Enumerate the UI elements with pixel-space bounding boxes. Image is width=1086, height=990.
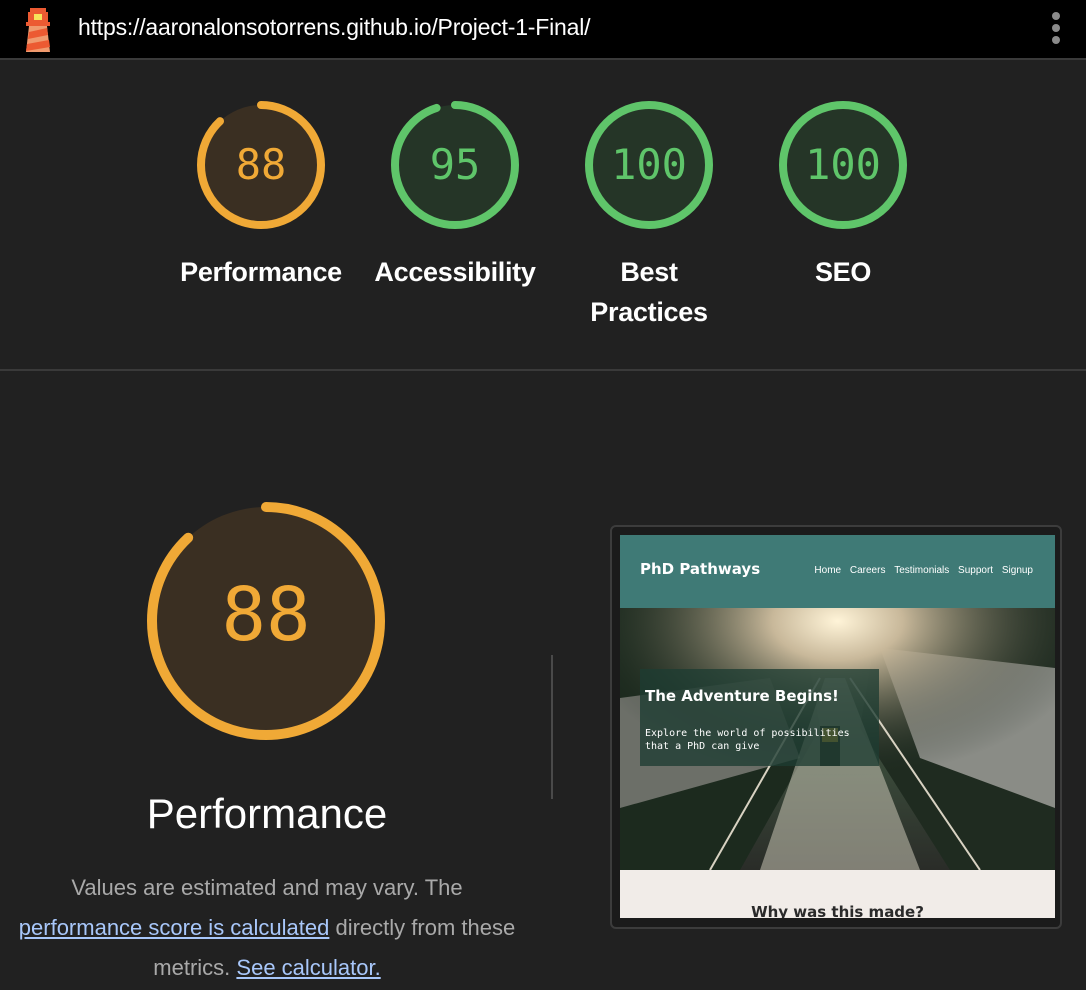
gauge-score: 100 [611,140,687,189]
more-options-icon[interactable] [1048,12,1064,48]
preview-brand: PhD Pathways [640,560,761,578]
gauge-accessibility[interactable]: 95 Accessibility [370,98,540,292]
lighthouse-logo-icon [26,8,50,52]
desc-text: Values are estimated and may vary. The [71,875,463,900]
gauge-label: SEO [814,257,872,287]
preview-nav: Home Careers Testimonials Support Signup [808,565,1033,576]
preview-section-title: Why was this made? [751,903,924,918]
performance-score: 88 [221,572,311,658]
score-summary: 88 Performance 95 Accessibility 100 Best… [0,60,1086,371]
preview-nav-item: Home [814,565,842,576]
preview-hero-subtitle: Explore the world of possibilities that … [645,728,850,752]
gauge-label: Performance [180,257,342,287]
performance-gauge-large: 88 [140,495,392,747]
gauge-score: 100 [805,140,881,189]
gauge-score: 95 [429,140,481,189]
preview-nav-item: Support [958,565,994,576]
performance-title: Performance [146,790,388,837]
gauge-label: Accessibility [374,257,536,287]
score-calculated-link[interactable]: performance score is calculated [19,915,330,940]
preview-hero-card: The Adventure Begins! Explore the world … [640,669,879,766]
see-calculator-link[interactable]: See calculator. [236,955,380,980]
final-screenshot[interactable]: PhD Pathways Home Careers Testimonials S… [620,535,1055,918]
gauge-label: Best Practices [590,257,708,327]
preview-nav-item: Signup [1001,565,1033,576]
gauge-best-practices[interactable]: 100 Best Practices [564,98,734,332]
gauge-performance[interactable]: 88 Performance [176,98,346,292]
preview-hero-title: The Adventure Begins! [645,687,839,705]
divider [551,655,553,799]
preview-header: PhD Pathways Home Careers Testimonials S… [620,535,1055,608]
gauge-score: 88 [235,140,287,189]
preview-nav-item: Careers [849,565,886,576]
performance-description: Values are estimated and may vary. The p… [14,868,520,988]
url-bar: https://aaronalonsotorrens.github.io/Pro… [0,0,1086,60]
gauge-seo[interactable]: 100 SEO [758,98,928,292]
preview-nav-item: Testimonials [894,565,950,576]
page-url: https://aaronalonsotorrens.github.io/Pro… [78,14,591,40]
